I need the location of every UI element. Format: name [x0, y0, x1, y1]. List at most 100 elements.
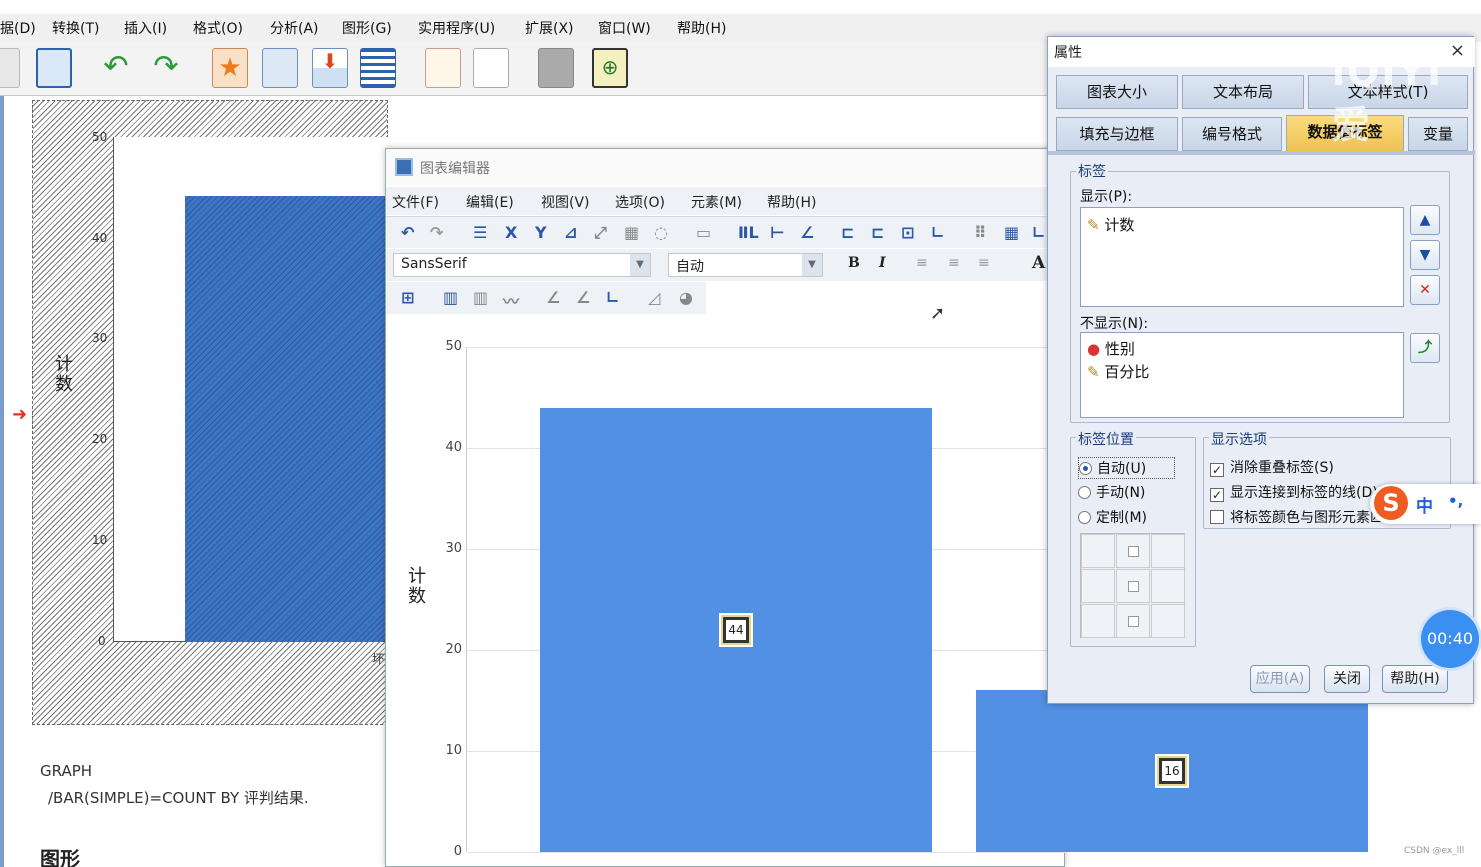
editor-menu-file[interactable]: 文件(F) [392, 192, 439, 212]
menu-format[interactable]: 格式(O) [193, 18, 243, 38]
checkbox-suppress-overlap[interactable]: ✓ 消除重叠标签(S) [1210, 457, 1334, 477]
properties-title: 属性 [1054, 45, 1082, 61]
list-item[interactable]: ✎ 计数 [1087, 214, 1134, 235]
editor-menu-options[interactable]: 选项(O) [615, 192, 665, 212]
editor-menu-view[interactable]: 视图(V) [541, 192, 590, 212]
goto-data-icon[interactable] [36, 48, 72, 88]
radio-auto[interactable]: 自动(U) [1078, 457, 1176, 479]
bar-axis-icon[interactable]: ⅡL [738, 223, 759, 242]
italic-button[interactable]: I [879, 255, 886, 271]
radio-manual[interactable]: 手动(N) [1078, 482, 1145, 502]
pie-explode-icon[interactable]: ◕ [679, 288, 693, 307]
interpolation-icon[interactable]: ∠ [576, 288, 590, 307]
add-to-display-button[interactable]: ⤴ [1410, 333, 1440, 363]
undo-icon[interactable]: ↶ [401, 223, 414, 242]
grid-icon[interactable]: ▦ [1004, 223, 1019, 242]
undo-icon[interactable]: ↶ [98, 48, 134, 88]
align-left-icon[interactable]: ≡ [916, 255, 928, 271]
menu-window[interactable]: 窗口(W) [598, 18, 651, 38]
editor-menu-elements[interactable]: 元素(M) [691, 192, 742, 212]
goto-case-icon[interactable] [262, 48, 298, 88]
checkbox-show-lines[interactable]: ✓ 显示连接到标签的线(D) [1210, 482, 1378, 502]
download-icon[interactable]: ⬇ [312, 48, 348, 88]
list-item[interactable]: ✎ 百分比 [1087, 361, 1149, 382]
menu-graphs[interactable]: 图形(G) [342, 18, 392, 38]
bold-button[interactable]: B [848, 255, 860, 271]
redo-icon: ↷ [430, 223, 444, 242]
redo-icon[interactable]: ↷ [148, 48, 184, 88]
table-icon[interactable]: ▦ [624, 223, 639, 242]
data-label-icon[interactable]: ⊞ [401, 288, 414, 307]
area-icon[interactable]: ◿ [648, 288, 660, 307]
editor-y-axis-label: 计数 [408, 566, 426, 607]
position-cell [1081, 534, 1115, 568]
title-icon[interactable]: ⊏ [841, 223, 854, 242]
script-icon[interactable] [473, 48, 509, 88]
ime-toolbar[interactable]: S 中 •, [1370, 484, 1481, 524]
lasso-icon[interactable]: ◌ [654, 223, 668, 242]
frame-icon[interactable]: ▭ [696, 223, 711, 242]
star-icon[interactable]: ★ [212, 48, 248, 88]
x-axis-icon[interactable]: X [505, 223, 517, 242]
help-button[interactable]: 帮助(H) [1382, 665, 1448, 693]
data-value-label[interactable]: 44 [721, 614, 751, 645]
menu-extensions[interactable]: 扩展(X) [525, 18, 574, 38]
variables-icon[interactable] [360, 48, 396, 88]
move-up-button[interactable]: ▲ [1410, 205, 1440, 235]
menu-data[interactable]: 据(D) [0, 18, 36, 38]
fit-line-icon[interactable]: ∠ [546, 288, 560, 307]
y-axis-icon[interactable]: Y [535, 223, 547, 242]
list-item[interactable]: ● 性别 [1087, 338, 1135, 359]
properties-icon[interactable]: ☰ [473, 223, 487, 242]
corner-icon[interactable]: ∟ [1032, 223, 1045, 242]
menu-help[interactable]: 帮助(H) [677, 18, 726, 38]
editor-title: 图表编辑器 [420, 161, 490, 177]
document-icon[interactable] [0, 48, 20, 88]
ime-punct[interactable]: •, [1448, 492, 1463, 510]
font-size-select[interactable]: 自动 ▼ [668, 253, 823, 277]
align-right-icon[interactable]: ≡ [978, 255, 990, 271]
radio-custom[interactable]: 定制(M) [1078, 507, 1147, 527]
menu-utilities[interactable]: 实用程序(U) [418, 18, 495, 38]
footnote-icon[interactable]: ⊏ [871, 223, 884, 242]
textbox-icon[interactable]: ⊡ [901, 223, 914, 242]
menu-insert[interactable]: 插入(I) [124, 18, 167, 38]
diag-axis-icon[interactable]: ∠ [800, 223, 814, 242]
edit-icon[interactable] [425, 48, 461, 88]
legend-icon[interactable]: ∟ [931, 223, 944, 242]
grid-dots-icon[interactable]: ⠿ [974, 223, 987, 242]
display-listbox[interactable]: ✎ 计数 [1080, 207, 1404, 307]
scale-icon[interactable]: ⊿ [564, 223, 577, 242]
menu-analyze[interactable]: 分析(A) [270, 18, 319, 38]
bar-chart-icon[interactable]: ▥ [443, 288, 458, 307]
h-axis-icon[interactable]: ⊢ [770, 223, 785, 242]
credit-text: CSDN @ex_lll [1404, 846, 1465, 856]
chevron-down-icon[interactable]: ▼ [802, 254, 822, 276]
close-button[interactable]: 关闭 [1324, 665, 1370, 693]
add-icon[interactable]: ⊕ [592, 48, 628, 88]
align-center-icon[interactable]: ≡ [948, 255, 960, 271]
editor-chart-plot[interactable]: 44 16 [466, 347, 1368, 853]
labels-group-title: 标签 [1076, 161, 1108, 181]
tab-number-format[interactable]: 编号格式 [1182, 117, 1282, 151]
editor-menu-help[interactable]: 帮助(H) [767, 192, 816, 212]
tab-chart-size[interactable]: 图表大小 [1056, 75, 1178, 109]
left-y-tick: 10 [92, 533, 108, 547]
hidden-listbox[interactable]: ● 性别 ✎ 百分比 [1080, 332, 1404, 418]
line-chart-icon[interactable]: 〰 [503, 288, 519, 312]
chevron-down-icon[interactable]: ▼ [630, 254, 650, 276]
font-family-select[interactable]: SansSerif ▼ [393, 253, 651, 277]
data-value-label[interactable]: 16 [1157, 756, 1187, 787]
resize-icon[interactable]: ⤢ [594, 223, 607, 243]
apply-button[interactable]: 应用(A) [1250, 665, 1310, 693]
editor-menu-edit[interactable]: 编辑(E) [466, 192, 514, 212]
text-style-button[interactable]: A [1032, 253, 1045, 273]
menu-transform[interactable]: 转换(T) [52, 18, 99, 38]
tab-text-layout[interactable]: 文本布局 [1182, 75, 1304, 109]
tab-fill-border[interactable]: 填充与边框 [1056, 117, 1178, 151]
bar-chart-alt-icon[interactable]: ▥ [473, 288, 488, 307]
ime-mode[interactable]: 中 [1416, 492, 1433, 517]
reference-line-icon[interactable]: ∟ [606, 288, 619, 307]
move-down-button[interactable]: ▼ [1410, 240, 1440, 270]
remove-button[interactable]: ✕ [1410, 275, 1440, 305]
